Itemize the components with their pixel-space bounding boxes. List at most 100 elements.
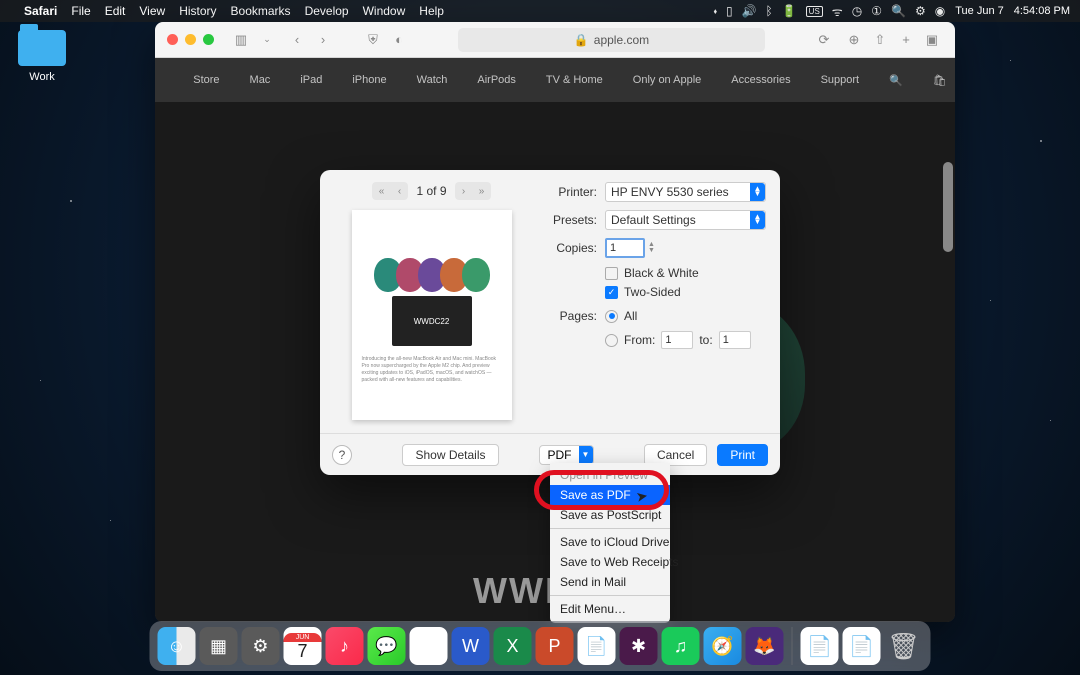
wifi-icon[interactable]: ᯤ <box>832 3 843 20</box>
pages-range-radio[interactable]: From: <box>605 333 655 347</box>
dock-settings[interactable]: ⚙ <box>242 627 280 665</box>
tabs-icon[interactable]: ▣ <box>921 30 943 50</box>
menu-help[interactable]: Help <box>419 4 444 18</box>
prev-page-button[interactable]: ‹ <box>390 182 408 200</box>
last-page-button[interactable]: » <box>473 182 491 200</box>
sync-icon[interactable]: ◷ <box>852 4 862 18</box>
presets-select[interactable]: Default Settings▲▼ <box>605 210 766 230</box>
address-bar[interactable]: 🔒 apple.com <box>458 28 765 52</box>
menu-window[interactable]: Window <box>363 4 406 18</box>
menubar-date[interactable]: Tue Jun 7 <box>955 5 1004 17</box>
menu-view[interactable]: View <box>139 4 165 18</box>
dock-launchpad[interactable]: ▦ <box>200 627 238 665</box>
nav-airpods[interactable]: AirPods <box>477 74 516 86</box>
presets-label: Presets: <box>543 213 597 227</box>
dock-powerpoint[interactable]: P <box>536 627 574 665</box>
menu-save-as-postscript[interactable]: Save as PostScript <box>550 505 670 525</box>
nav-support[interactable]: Support <box>821 74 860 86</box>
next-page-button[interactable]: › <box>455 182 473 200</box>
menu-bookmarks[interactable]: Bookmarks <box>231 4 291 18</box>
menu-edit[interactable]: Edit <box>105 4 126 18</box>
print-button[interactable]: Print <box>717 444 768 466</box>
dock-firefox[interactable]: 🦊 <box>746 627 784 665</box>
dropbox-icon[interactable]: ⬪ <box>714 4 717 19</box>
dock-chrome[interactable]: ◉ <box>410 627 448 665</box>
reload-button[interactable]: ⟳ <box>813 30 835 50</box>
volume-icon[interactable]: 🔊 <box>742 4 757 18</box>
dock-safari[interactable]: 🧭 <box>704 627 742 665</box>
privacy-icon[interactable]: ◐ <box>388 30 410 50</box>
lock-icon: 🔒 <box>574 33 589 47</box>
forward-button[interactable]: › <box>312 30 334 50</box>
window-minimize[interactable] <box>185 34 196 45</box>
dock-recent-doc-1[interactable]: 📄 <box>801 627 839 665</box>
dock-messages[interactable]: 💬 <box>368 627 406 665</box>
chevron-down-icon[interactable]: ⌄ <box>256 30 278 50</box>
first-page-button[interactable]: « <box>372 182 390 200</box>
menu-save-as-pdf[interactable]: Save as PDF <box>550 485 670 505</box>
dock-spotify[interactable]: ♫ <box>662 627 700 665</box>
printer-select[interactable]: HP ENVY 5530 series▲▼ <box>605 182 766 202</box>
pages-all-radio[interactable]: All <box>605 309 637 323</box>
safari-toolbar: ▥ ⌄ ‹ › ⛨ ◐ 🔒 apple.com ⟳ ⊕ ⇧ + ▣ <box>155 22 955 58</box>
menubar-time[interactable]: 4:54:08 PM <box>1014 5 1070 17</box>
nav-watch[interactable]: Watch <box>417 74 448 86</box>
sidebar-toggle-icon[interactable]: ▥ <box>230 30 252 50</box>
nav-accessories[interactable]: Accessories <box>731 74 790 86</box>
folder-icon <box>18 30 66 66</box>
dock-music[interactable]: ♪ <box>326 627 364 665</box>
bw-checkbox[interactable]: Black & White <box>605 266 766 280</box>
nav-store[interactable]: Store <box>193 74 219 86</box>
downloads-icon[interactable]: ⊕ <box>843 30 865 50</box>
search-icon[interactable]: 🔍 <box>889 74 903 87</box>
dock-calendar[interactable]: JUN7 <box>284 627 322 665</box>
menu-edit-menu[interactable]: Edit Menu… <box>550 599 670 619</box>
dock-finder[interactable]: ☺ <box>158 627 196 665</box>
menu-history[interactable]: History <box>179 4 216 18</box>
nav-tv[interactable]: TV & Home <box>546 74 603 86</box>
copies-input[interactable]: 1 <box>605 238 645 258</box>
desktop-folder-work[interactable]: Work <box>12 30 72 83</box>
control-center-icon[interactable]: ⚙ <box>915 4 926 18</box>
window-close[interactable] <box>167 34 178 45</box>
nav-mac[interactable]: Mac <box>250 74 271 86</box>
spotlight-icon[interactable]: 🔍 <box>891 4 906 18</box>
copies-stepper[interactable]: ▲▼ <box>648 238 660 258</box>
menu-save-icloud[interactable]: Save to iCloud Drive <box>550 532 670 552</box>
bluetooth-icon[interactable]: ᛒ <box>766 4 773 18</box>
dock-word[interactable]: W <box>452 627 490 665</box>
scrollbar-thumb[interactable] <box>943 162 953 252</box>
show-details-button[interactable]: Show Details <box>402 444 498 466</box>
battery-icon[interactable]: 🔋 <box>782 4 797 18</box>
dock-notes[interactable]: 📄 <box>578 627 616 665</box>
user-icon[interactable]: ① <box>871 4 882 18</box>
menu-save-web-receipts[interactable]: Save to Web Receipts <box>550 552 670 572</box>
help-button[interactable]: ? <box>332 445 352 465</box>
dock-excel[interactable]: X <box>494 627 532 665</box>
to-page-input[interactable]: 1 <box>719 331 751 349</box>
nav-iphone[interactable]: iPhone <box>352 74 386 86</box>
keyboard-icon[interactable]: US <box>806 6 823 17</box>
shield-icon[interactable]: ⛨ <box>362 30 384 50</box>
app-menu[interactable]: Safari <box>24 4 57 18</box>
siri-icon[interactable]: ◉ <box>935 4 945 18</box>
share-icon[interactable]: ⇧ <box>869 30 891 50</box>
1password-icon[interactable]: ▯ <box>726 4 733 18</box>
two-sided-checkbox[interactable]: ✓Two-Sided <box>605 285 766 299</box>
menu-send-in-mail[interactable]: Send in Mail <box>550 572 670 592</box>
menu-open-preview[interactable]: Open in Preview <box>550 465 670 485</box>
dock-recent-doc-2[interactable]: 📄 <box>843 627 881 665</box>
window-zoom[interactable] <box>203 34 214 45</box>
menu-develop[interactable]: Develop <box>305 4 349 18</box>
pdf-dropdown[interactable]: PDF▼ <box>539 445 594 465</box>
menu-file[interactable]: File <box>71 4 90 18</box>
back-button[interactable]: ‹ <box>286 30 308 50</box>
nav-only[interactable]: Only on Apple <box>633 74 702 86</box>
from-page-input[interactable]: 1 <box>661 331 693 349</box>
dock-slack[interactable]: ✱ <box>620 627 658 665</box>
bag-icon[interactable]: 🛍 <box>933 74 947 87</box>
nav-ipad[interactable]: iPad <box>300 74 322 86</box>
dock-trash[interactable]: 🗑 <box>885 627 923 665</box>
new-tab-icon[interactable]: + <box>895 30 917 50</box>
page-indicator: 1 of 9 <box>416 184 446 198</box>
